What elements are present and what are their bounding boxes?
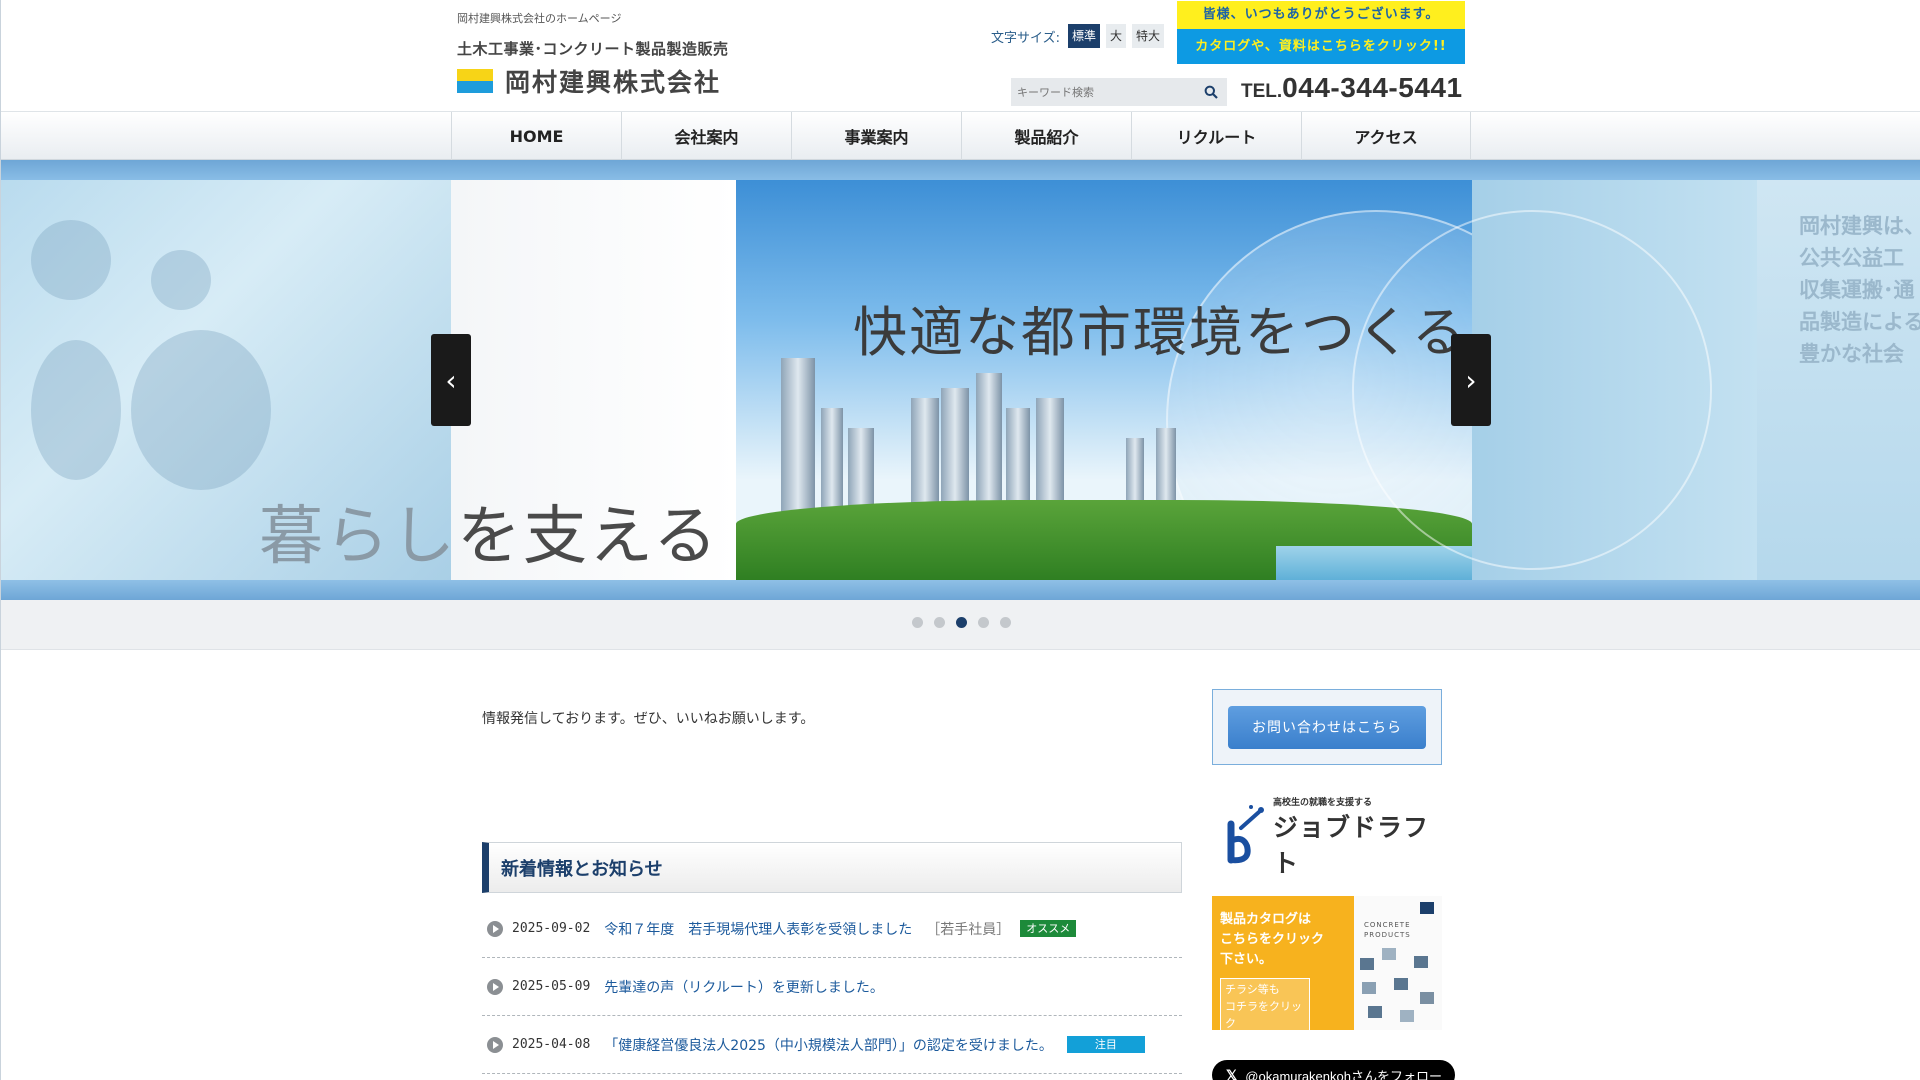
play-bullet-icon [487, 978, 503, 995]
slider-dot[interactable] [912, 617, 923, 628]
intro-text: 情報発信しております。ぜひ、いいねお願いします。 [482, 711, 815, 727]
slide-image-globe [1352, 180, 1757, 580]
jobdraft-title: ジョブドラフト [1273, 812, 1430, 878]
x-follow-label: @okamurakenkohさんをフォロー [1245, 1068, 1442, 1080]
slide-image-text: 岡村建興は、 公共公益工 収集運搬･通 品製造による 豊かな社会 [1757, 180, 1920, 580]
slide-far-text-line: 岡村建興は、 [1799, 214, 1920, 238]
x-logo-icon: 𝕏 [1226, 1066, 1238, 1080]
slider-dot[interactable] [978, 617, 989, 628]
slide-footline-dim: 暮らし [259, 500, 457, 574]
slide-far-text-line: 収集運搬･通 [1799, 278, 1915, 302]
nav-item-business[interactable]: 事業案内 [791, 112, 961, 160]
product-catalog-banner[interactable]: 製品カタログは こちらをクリック 下さい。 チラシ等も コチラをクリック CON… [1212, 896, 1442, 1030]
search-icon[interactable] [1195, 78, 1227, 106]
catalog-cover-image: CONCRETE PRODUCTS [1354, 896, 1442, 1030]
slider-dots [912, 617, 1022, 628]
news-category: ［若手社員］ [926, 921, 1011, 938]
slide-far-text-line: 品製造による [1799, 310, 1920, 334]
site-logo[interactable]: 岡村建興株式会社 [457, 66, 722, 97]
jobdraft-logo-icon [1217, 804, 1267, 870]
nav-item-home[interactable]: HOME [451, 112, 621, 160]
chevron-left-icon: ‹ [445, 363, 457, 397]
slider-dot[interactable] [956, 617, 967, 628]
news-title-link[interactable]: 「健康経営優良法人2025（中小規模法人部門）」の認定を受けました。 [604, 1035, 1053, 1055]
logo-mark-icon [457, 69, 493, 93]
font-size-standard-button[interactable]: 標準 [1068, 24, 1101, 48]
news-item: 2025-04-08 「健康経営優良法人2025（中小規模法人部門）」の認定を受… [482, 1016, 1182, 1074]
play-bullet-icon [487, 920, 503, 937]
news-title-link[interactable]: 先輩達の声（リクルート）を更新しました。 [604, 977, 884, 997]
chevron-right-icon: › [1465, 363, 1477, 397]
font-size-label: 文字サイズ: [991, 30, 1060, 46]
site-search [1011, 78, 1227, 106]
hero-slider: 岡村建興は、 公共公益工 収集運搬･通 品製造による 豊かな社会 快適な都市環境… [1, 160, 1920, 600]
global-nav: HOME 会社案内 事業案内 製品紹介 リクルート アクセス [1, 111, 1920, 160]
contact-button[interactable]: お問い合わせはこちら [1228, 705, 1426, 749]
tel-prefix: TEL. [1241, 81, 1283, 102]
play-bullet-icon [487, 1036, 503, 1053]
catalog-sub-text: チラシ等も コチラをクリック [1220, 978, 1310, 1030]
contact-box: お問い合わせはこちら [1212, 689, 1442, 765]
slider-next-button[interactable]: › [1451, 334, 1491, 426]
font-size-switcher: 文字サイズ: 標準 大 特大 [991, 24, 1170, 48]
phone-number: TEL. 044-344-5441 [1241, 72, 1463, 104]
slider-dot[interactable] [1000, 617, 1011, 628]
nav-item-company[interactable]: 会社案内 [621, 112, 791, 160]
site-tagline: 岡村建興株式会社のホームページ [457, 12, 622, 25]
news-title-link[interactable]: 令和７年度 若手現場代理人表彰を受領しました [604, 919, 912, 939]
jobdraft-banner[interactable]: 高校生の就職を支援する ジョブドラフト [1217, 798, 1437, 878]
slider-prev-button[interactable]: ‹ [431, 334, 471, 426]
slider-dot[interactable] [934, 617, 945, 628]
site-subtitle: 土木工事業･コンクリート製品製造販売 [457, 40, 729, 58]
catalog-cta-banner[interactable]: 皆様、いつもありがとうございます。 カタログや、資料はこちらをクリック!! [1177, 1, 1465, 64]
company-name: 岡村建興株式会社 [505, 68, 722, 97]
cta-catalog-link[interactable]: カタログや、資料はこちらをクリック!! [1177, 29, 1465, 64]
news-badge-featured: 注目 [1066, 1036, 1145, 1053]
tel-number: 044-344-5441 [1282, 72, 1463, 103]
slide-far-text-line: 公共公益工 [1799, 246, 1904, 270]
nav-item-recruit[interactable]: リクルート [1131, 112, 1301, 160]
news-item: 2025-05-09 先輩達の声（リクルート）を更新しました。 [482, 958, 1182, 1016]
slide-headline: 快適な都市環境をつくる [853, 301, 1468, 364]
page: 岡村建興株式会社のホームページ 土木工事業･コンクリート製品製造販売 岡村建興株… [0, 0, 1920, 1080]
font-size-large-button[interactable]: 大 [1106, 24, 1127, 48]
news-date: 2025-09-02 [512, 921, 591, 936]
news-item: 2025-09-02 令和７年度 若手現場代理人表彰を受領しました ［若手社員］… [482, 900, 1182, 958]
nav-item-products[interactable]: 製品紹介 [961, 112, 1131, 160]
catalog-cover-label: CONCRETE PRODUCTS [1364, 921, 1411, 939]
x-follow-button[interactable]: 𝕏 @okamurakenkohさんをフォロー [1212, 1060, 1455, 1080]
jobdraft-tagline: 高校生の就職を支援する [1273, 797, 1373, 808]
news-badge-recommended: オススメ [1020, 920, 1077, 937]
news-heading: 新着情報とお知らせ [482, 842, 1182, 893]
slide-far-text-line: 豊かな社会 [1799, 342, 1904, 366]
slide-footline-main: を支える [457, 500, 720, 574]
nav-item-access[interactable]: アクセス [1301, 112, 1471, 160]
search-input[interactable] [1011, 78, 1195, 106]
news-list: 2025-09-02 令和７年度 若手現場代理人表彰を受領しました ［若手社員］… [482, 900, 1182, 1074]
cta-greeting: 皆様、いつもありがとうございます。 [1177, 1, 1465, 29]
slider-pagination-bar [1, 600, 1920, 650]
news-date: 2025-04-08 [512, 1037, 591, 1052]
site-header: 岡村建興株式会社のホームページ 土木工事業･コンクリート製品製造販売 岡村建興株… [1, 0, 1920, 111]
slide-footline: 暮らしを支える [259, 485, 719, 577]
catalog-main-text: 製品カタログは こちらをクリック 下さい。 [1220, 912, 1325, 967]
news-date: 2025-05-09 [512, 979, 591, 994]
font-size-xlarge-button[interactable]: 特大 [1132, 24, 1165, 48]
